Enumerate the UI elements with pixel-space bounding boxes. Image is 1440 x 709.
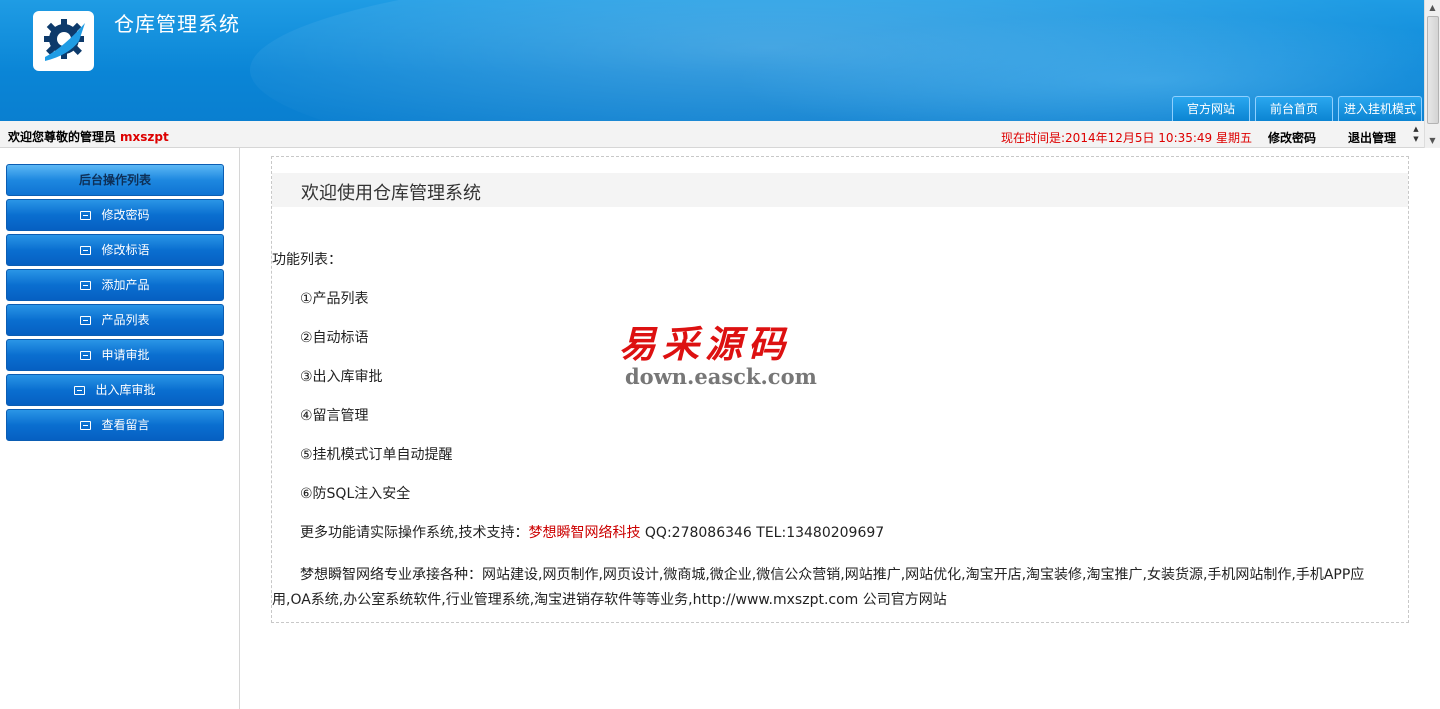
feature-item: ①产品列表 <box>300 291 369 307</box>
official-site-link[interactable]: 官方网站 <box>1171 96 1250 121</box>
feature-item: ⑤挂机模式订单自动提醒 <box>300 447 453 463</box>
sidebar-item-product-list[interactable]: 产品列表 <box>6 304 224 336</box>
sidebar: 后台操作列表 修改密码 修改标语 添加产品 产品列表 申请审批 出入库审批 查看… <box>0 148 240 709</box>
menu-item-icon <box>80 281 92 290</box>
sidebar-heading: 后台操作列表 <box>6 164 224 196</box>
app-title: 仓库管理系统 <box>114 12 240 36</box>
idle-mode-link[interactable]: 进入挂机模式 <box>1337 96 1422 121</box>
feature-item: ③出入库审批 <box>300 369 383 385</box>
scroll-down-arrow-icon[interactable]: ▼ <box>1425 133 1440 148</box>
sidebar-item-add-product[interactable]: 添加产品 <box>6 269 224 301</box>
frontpage-link[interactable]: 前台首页 <box>1254 96 1333 121</box>
welcome-message: 欢迎您尊敬的管理员 mxszpt <box>8 128 169 145</box>
sidebar-item-label: 添加产品 <box>101 278 150 292</box>
spin-up-icon[interactable]: ▲ <box>1411 124 1421 134</box>
feature-item: ⑥防SQL注入安全 <box>300 486 411 502</box>
scroll-up-arrow-icon[interactable]: ▲ <box>1425 0 1440 15</box>
scrollbar-thumb[interactable] <box>1427 16 1439 124</box>
services-paragraph: 梦想瞬智网络专业承接各种：网站建设,网页制作,网页设计,微商城,微企业,微信公众… <box>272 567 1365 608</box>
sidebar-item-change-password[interactable]: 修改密码 <box>6 199 224 231</box>
sidebar-item-approvals[interactable]: 申请审批 <box>6 339 224 371</box>
support-line: 更多功能请实际操作系统,技术支持：梦想瞬智网络科技 QQ:278086346 T… <box>300 522 884 542</box>
menu-item-icon <box>80 211 92 220</box>
sidebar-item-label: 产品列表 <box>101 313 150 327</box>
logout-link[interactable]: 退出管理 <box>1348 129 1396 146</box>
sidebar-item-label: 修改密码 <box>101 208 150 222</box>
sidebar-item-edit-slogan[interactable]: 修改标语 <box>6 234 224 266</box>
menu-item-icon <box>80 246 92 255</box>
top-nav: 官方网站 前台首页 进入挂机模式 <box>1171 96 1422 121</box>
support-prefix: 更多功能请实际操作系统,技术支持： <box>300 525 529 541</box>
sidebar-item-messages[interactable]: 查看留言 <box>6 409 224 441</box>
welcome-text: 欢迎您尊敬的管理员 <box>8 130 117 144</box>
page-title: 欢迎使用仓库管理系统 <box>301 183 481 204</box>
spin-down-icon[interactable]: ▼ <box>1411 134 1421 144</box>
menu-item-icon <box>80 351 92 360</box>
app-header: 仓库管理系统 官方网站 前台首页 进入挂机模式 <box>0 0 1424 121</box>
current-time: 现在时间是:2014年12月5日 10:35:49 星期五 <box>1001 131 1253 145</box>
menu-item-icon <box>80 316 92 325</box>
sidebar-item-stock-approval[interactable]: 出入库审批 <box>6 374 224 406</box>
header-scrollbar[interactable]: ▲ ▼ <box>1424 0 1440 148</box>
gear-logo-icon <box>43 19 85 61</box>
watermark-en: down.easck.com <box>625 364 817 389</box>
sidebar-item-label: 出入库审批 <box>95 383 156 397</box>
status-bar: 欢迎您尊敬的管理员 mxszpt 现在时间是:2014年12月5日 10:35:4… <box>0 121 1424 148</box>
watermark-cn: 易采源码 <box>619 322 791 366</box>
app-logo <box>33 11 94 71</box>
main-panel: 欢迎使用仓库管理系统 功能列表： ①产品列表 ②自动标语 ③出入库审批 ④留言管… <box>271 156 1409 623</box>
features-label: 功能列表： <box>272 252 342 268</box>
frame-spinner[interactable]: ▲ ▼ <box>1411 124 1421 146</box>
menu-item-icon <box>74 386 86 395</box>
company-name: 梦想瞬智网络科技 <box>528 525 641 541</box>
feature-item: ④留言管理 <box>300 408 369 424</box>
contact-info: QQ:278086346 TEL:13480209697 <box>640 525 885 541</box>
menu-item-icon <box>80 421 92 430</box>
watermark: 易采源码 down.easck.com <box>619 314 829 394</box>
panel-title-bar: 欢迎使用仓库管理系统 <box>272 173 1408 207</box>
sidebar-item-label: 查看留言 <box>101 418 150 432</box>
change-password-link[interactable]: 修改密码 <box>1268 129 1316 146</box>
sidebar-item-label: 修改标语 <box>101 243 150 257</box>
sidebar-item-label: 申请审批 <box>101 348 150 362</box>
username: mxszpt <box>120 130 169 144</box>
feature-item: ②自动标语 <box>300 330 369 346</box>
